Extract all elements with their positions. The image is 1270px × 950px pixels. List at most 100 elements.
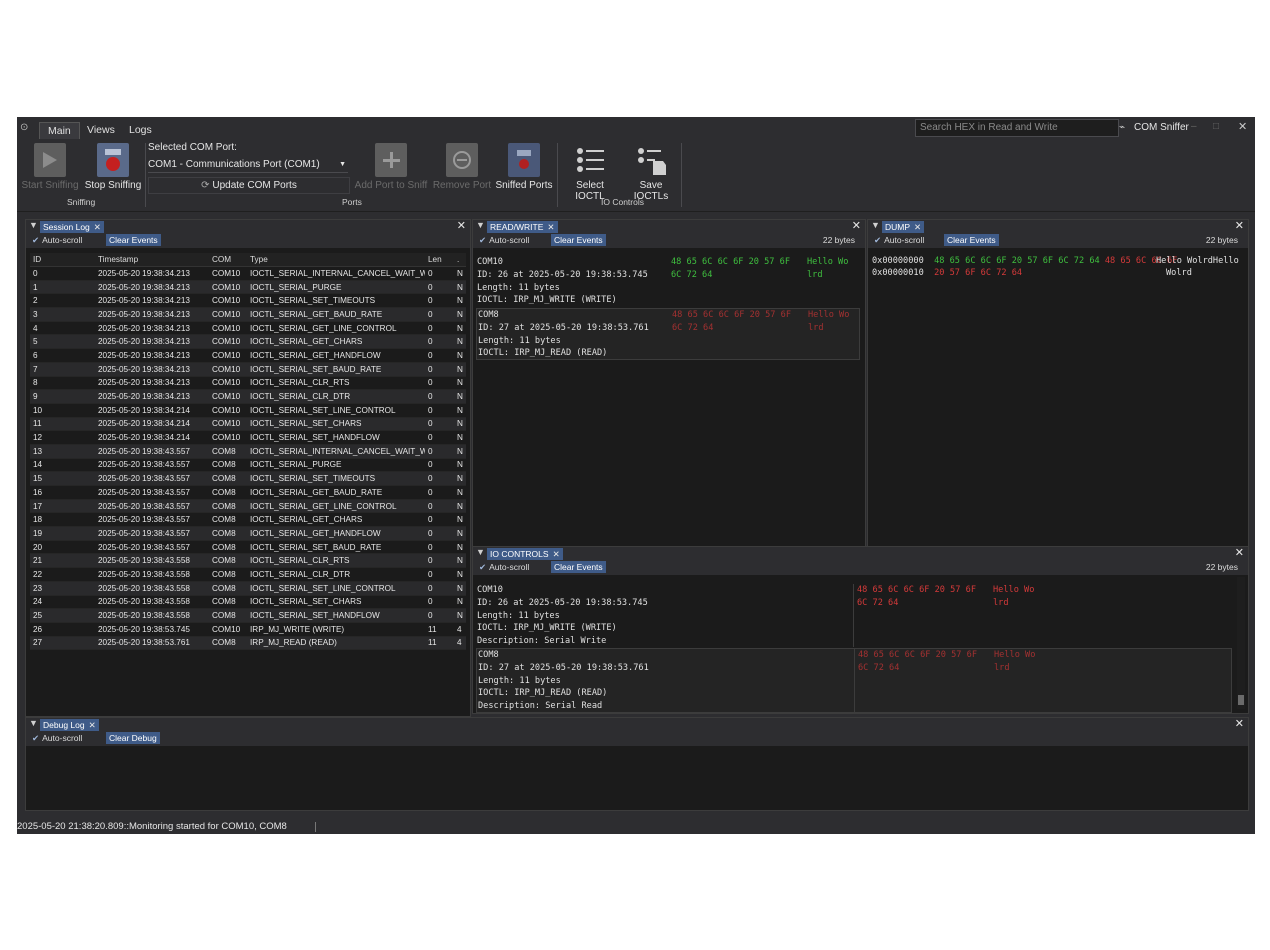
- table-row[interactable]: 27 2025-05-20 19:38:53.761 COM8 IRP_MJ_READ…: [30, 636, 466, 651]
- close-tab-icon[interactable]: ✕: [94, 222, 101, 232]
- save-ioctls-button[interactable]: Save IOCTLs: [621, 143, 681, 202]
- clear-events-button[interactable]: Clear Events: [551, 561, 606, 573]
- start-sniffing-button[interactable]: Start Sniffing: [19, 143, 81, 191]
- table-row[interactable]: 22 2025-05-20 19:38:43.558 COM8 IOCTL_SERIA…: [30, 567, 466, 582]
- dump-tab[interactable]: DUMP ✕: [882, 221, 925, 233]
- table-cell: 2025-05-20 19:38:43.557: [95, 458, 209, 473]
- clear-events-button[interactable]: Clear Events: [944, 234, 999, 246]
- column-header[interactable]: ID: [30, 253, 95, 267]
- table-row[interactable]: 25 2025-05-20 19:38:43.558 COM8 IOCTL_SERIA…: [30, 608, 466, 623]
- close-panel-icon[interactable]: ✕: [1235, 546, 1244, 559]
- ioc-entry[interactable]: COM10 ID: 26 at 2025-05-20 19:38:53.745 …: [477, 584, 1231, 647]
- table-row[interactable]: 1 2025-05-20 19:38:34.213 COM10 IOCTL_SERIA…: [30, 280, 466, 295]
- table-row[interactable]: 21 2025-05-20 19:38:43.558 COM8 IOCTL_SERIA…: [30, 553, 466, 569]
- entry-id: ID: 27 at 2025-05-20 19:38:53.761: [478, 322, 649, 333]
- table-cell: 10: [30, 403, 95, 418]
- table-row[interactable]: 26 2025-05-20 19:38:53.745 COM10 IRP_MJ_WRI…: [30, 622, 466, 637]
- scrollbar[interactable]: [1237, 577, 1245, 709]
- remove-port-button[interactable]: Remove Port: [427, 143, 497, 191]
- column-header[interactable]: .: [454, 253, 466, 267]
- table-cell: 0: [30, 266, 95, 281]
- clear-debug-button[interactable]: Clear Debug: [106, 732, 160, 744]
- table-cell: 2025-05-20 19:38:43.558: [95, 608, 209, 623]
- pin-icon[interactable]: ▼: [29, 718, 38, 728]
- stop-sniffing-button[interactable]: Stop Sniffing: [83, 143, 143, 191]
- session-log-tab[interactable]: Session Log ✕: [40, 221, 104, 233]
- table-row[interactable]: 23 2025-05-20 19:38:43.558 COM8 IOCTL_SERIA…: [30, 581, 466, 596]
- close-panel-icon[interactable]: ✕: [1235, 717, 1244, 730]
- close-tab-icon[interactable]: ✕: [553, 549, 560, 559]
- clear-events-button[interactable]: Clear Events: [551, 234, 606, 246]
- update-com-ports-button[interactable]: ⟳ Update COM Ports: [148, 177, 350, 194]
- maximize-icon[interactable]: □: [1213, 121, 1219, 132]
- table-row[interactable]: 11 2025-05-20 19:38:34.214 COM10 IOCTL_SERI…: [30, 417, 466, 432]
- table-row[interactable]: 2 2025-05-20 19:38:34.213 COM10 IOCTL_SERIA…: [30, 293, 466, 309]
- scrollbar-thumb[interactable]: [1238, 695, 1244, 705]
- close-panel-icon[interactable]: ✕: [1235, 219, 1244, 232]
- tab-views[interactable]: Views: [79, 122, 123, 139]
- column-header[interactable]: Len: [425, 253, 454, 267]
- table-row[interactable]: 16 2025-05-20 19:38:43.557 COM8 IOCTL_SERIA…: [30, 485, 466, 500]
- tab-logs[interactable]: Logs: [121, 122, 160, 139]
- table-row[interactable]: 13 2025-05-20 19:38:43.557 COM8 IOCTL_SERIA…: [30, 444, 466, 459]
- auto-scroll-checkbox[interactable]: ✔ Auto-scroll: [479, 235, 529, 246]
- dump-ascii: Hello WolrdHello: [1156, 256, 1239, 266]
- tab-main[interactable]: Main: [39, 122, 80, 140]
- table-row[interactable]: 7 2025-05-20 19:38:34.213 COM10 IOCTL_SERIA…: [30, 362, 466, 377]
- table-row[interactable]: 12 2025-05-20 19:38:34.214 COM10 IOCTL_SERI…: [30, 430, 466, 445]
- select-ioctl-button[interactable]: Select IOCTL: [561, 143, 619, 202]
- auto-scroll-checkbox[interactable]: ✔ Auto-scroll: [32, 733, 82, 744]
- table-cell: 2025-05-20 19:38:34.213: [95, 362, 209, 377]
- pin-icon[interactable]: ▼: [476, 547, 485, 557]
- rw-entry[interactable]: COM10 ID: 26 at 2025-05-20 19:38:53.745 …: [477, 256, 859, 306]
- table-row[interactable]: 18 2025-05-20 19:38:43.557 COM8 IOCTL_SERIA…: [30, 512, 466, 528]
- auto-scroll-label: Auto-scroll: [489, 235, 530, 245]
- table-row[interactable]: 0 2025-05-20 19:38:34.213 COM10 IOCTL_SERIA…: [30, 266, 466, 281]
- app-menu-icon[interactable]: ⊙: [20, 122, 28, 133]
- hex-search-input[interactable]: Search HEX in Read and Write: [915, 119, 1119, 137]
- io-controls-tab[interactable]: IO CONTROLS ✕: [487, 548, 563, 560]
- close-tab-icon[interactable]: ✕: [914, 222, 921, 232]
- table-row[interactable]: 19 2025-05-20 19:38:43.557 COM8 IOCTL_SERIA…: [30, 526, 466, 541]
- read-write-tab[interactable]: READ/WRITE ✕: [487, 221, 558, 233]
- pin-icon[interactable]: ▼: [29, 220, 38, 230]
- close-panel-icon[interactable]: ✕: [457, 219, 466, 232]
- ioc-entry[interactable]: COM8 ID: 27 at 2025-05-20 19:38:53.761 L…: [476, 648, 1232, 713]
- sniffed-ports-button[interactable]: Sniffed Ports: [493, 143, 555, 191]
- close-panel-icon[interactable]: ✕: [852, 219, 861, 232]
- io-controls-panel: ▼ IO CONTROLS ✕ ✕ ✔ Auto-scroll Clear Even…: [472, 546, 1249, 714]
- entry-port: COM8: [478, 650, 499, 660]
- table-row[interactable]: 8 2025-05-20 19:38:34.213 COM10 IOCTL_SERIA…: [30, 376, 466, 391]
- pin-icon[interactable]: ▼: [871, 220, 880, 230]
- table-row[interactable]: 4 2025-05-20 19:38:34.213 COM10 IOCTL_SERIA…: [30, 321, 466, 336]
- clear-events-button[interactable]: Clear Events: [106, 234, 161, 246]
- column-header[interactable]: Type: [247, 253, 425, 267]
- close-tab-icon[interactable]: ✕: [547, 222, 554, 232]
- table-row[interactable]: 24 2025-05-20 19:38:43.558 COM8 IOCTL_SERIA…: [30, 595, 466, 610]
- table-row[interactable]: 15 2025-05-20 19:38:43.557 COM8 IOCTL_SERIA…: [30, 471, 466, 486]
- table-row[interactable]: 20 2025-05-20 19:38:43.557 COM8 IOCTL_SERIA…: [30, 540, 466, 555]
- table-row[interactable]: 3 2025-05-20 19:38:34.213 COM10 IOCTL_SERIA…: [30, 307, 466, 322]
- table-row[interactable]: 5 2025-05-20 19:38:34.213 COM10 IOCTL_SERIA…: [30, 334, 466, 350]
- table-row[interactable]: 17 2025-05-20 19:38:43.557 COM8 IOCTL_SERIA…: [30, 499, 466, 514]
- table-cell: IOCTL_SERIAL_GET_CHARS: [247, 334, 425, 350]
- table-cell: 0: [425, 458, 454, 473]
- add-port-button[interactable]: Add Port to Sniff: [351, 143, 431, 191]
- pin-icon[interactable]: ▼: [476, 220, 485, 230]
- table-cell: 18: [30, 512, 95, 528]
- table-row[interactable]: 14 2025-05-20 19:38:43.557 COM8 IOCTL_SERIA…: [30, 458, 466, 473]
- rw-entry[interactable]: COM8 ID: 27 at 2025-05-20 19:38:53.761 L…: [476, 308, 860, 360]
- column-header[interactable]: Timestamp: [95, 253, 209, 267]
- auto-scroll-checkbox[interactable]: ✔ Auto-scroll: [874, 235, 924, 246]
- close-window-icon[interactable]: ✕: [1238, 120, 1247, 133]
- table-row[interactable]: 10 2025-05-20 19:38:34.214 COM10 IOCTL_SERI…: [30, 403, 466, 418]
- debug-log-tab[interactable]: Debug Log ✕: [40, 719, 99, 731]
- column-header[interactable]: COM: [209, 253, 247, 267]
- minimize-icon[interactable]: –: [1191, 121, 1197, 132]
- auto-scroll-checkbox[interactable]: ✔ Auto-scroll: [479, 562, 529, 573]
- auto-scroll-checkbox[interactable]: ✔ Auto-scroll: [32, 235, 82, 246]
- table-row[interactable]: 6 2025-05-20 19:38:34.213 COM10 IOCTL_SERIA…: [30, 348, 466, 363]
- close-tab-icon[interactable]: ✕: [89, 720, 96, 730]
- table-row[interactable]: 9 2025-05-20 19:38:34.213 COM10 IOCTL_SERIA…: [30, 389, 466, 404]
- com-port-select[interactable]: COM1 - Communications Port (COM1) ▼: [148, 157, 348, 173]
